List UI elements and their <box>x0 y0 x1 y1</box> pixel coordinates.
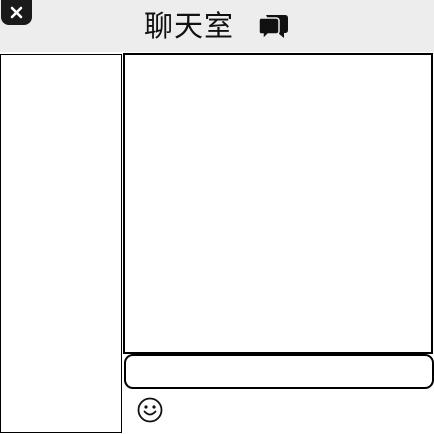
emoji-button[interactable] <box>136 396 164 424</box>
chat-bubbles-icon <box>258 15 288 41</box>
window-title: 聊天室 <box>143 8 234 43</box>
title-bar: 聊天室 <box>0 0 434 52</box>
message-history-area[interactable] <box>123 53 433 354</box>
contact-list-panel[interactable] <box>0 54 122 433</box>
message-input[interactable] <box>124 354 434 389</box>
title-group: 聊天室 <box>0 0 434 52</box>
chat-window: 聊天室 <box>0 0 434 434</box>
smiley-icon <box>137 397 163 423</box>
